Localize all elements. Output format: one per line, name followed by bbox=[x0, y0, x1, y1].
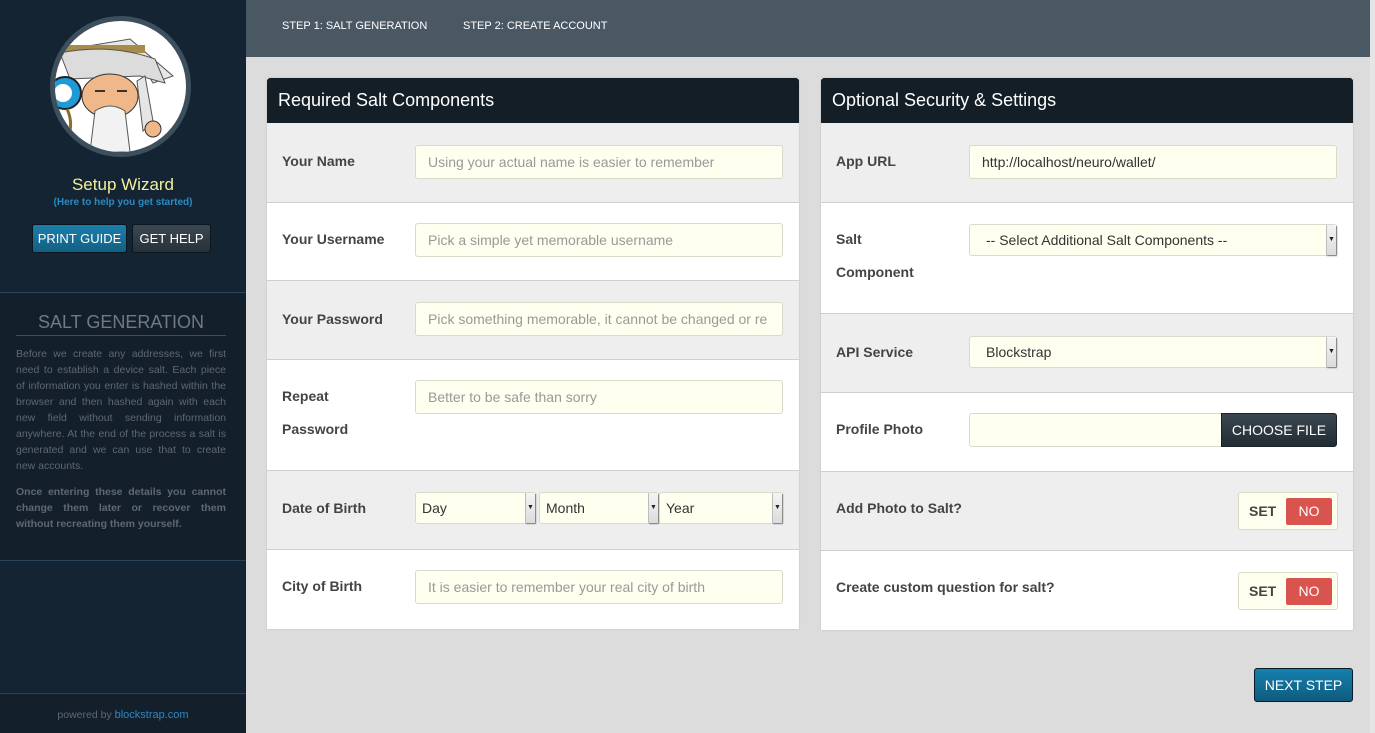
salt-generation-info: SALT GENERATION Before we create any add… bbox=[0, 294, 246, 561]
form-row-dob: Date of Birth Day ▼ Month ▼ Year ▼ bbox=[267, 471, 799, 550]
salt-generation-heading: SALT GENERATION bbox=[16, 312, 226, 336]
password-input[interactable]: Pick something memorable, it cannot be c… bbox=[415, 302, 783, 336]
api-service-select[interactable]: Blockstrap ▼ bbox=[969, 336, 1337, 368]
required-salt-panel: Required Salt Components Your Name Using… bbox=[267, 78, 799, 629]
chevron-down-icon: ▼ bbox=[648, 493, 658, 523]
toggle-set-label: SET bbox=[1249, 583, 1277, 599]
form-row-name: Your Name Using your actual name is easi… bbox=[267, 123, 799, 203]
salt-component-value: -- Select Additional Salt Components -- bbox=[986, 232, 1228, 248]
form-row-custom-question: Create custom question for salt? SET NO bbox=[821, 551, 1353, 630]
toggle-set-label: SET bbox=[1249, 503, 1277, 519]
form-row-salt-component: Salt Component -- Select Additional Salt… bbox=[821, 203, 1353, 314]
repeat-password-input[interactable]: Better to be safe than sorry bbox=[415, 380, 783, 414]
dob-month-select[interactable]: Month ▼ bbox=[539, 492, 659, 524]
salt-component-select[interactable]: -- Select Additional Salt Components -- … bbox=[969, 224, 1337, 256]
panel-title: Optional Security & Settings bbox=[821, 78, 1353, 123]
salt-generation-warning: Once entering these details you cannot c… bbox=[16, 486, 226, 530]
dob-year-value: Year bbox=[666, 500, 695, 516]
salt-component-label-2: Component bbox=[836, 264, 914, 280]
form-row-profile-photo: Profile Photo CHOOSE FILE bbox=[821, 393, 1353, 472]
tab-step-2[interactable]: STEP 2: CREATE ACCOUNT bbox=[463, 20, 607, 32]
sidebar: Setup Wizard (Here to help you get start… bbox=[0, 0, 246, 733]
profile-photo-field[interactable] bbox=[969, 413, 1223, 447]
powered-by-text: powered by bbox=[57, 709, 115, 721]
repeat-password-label-1: Repeat bbox=[282, 388, 329, 404]
add-photo-toggle[interactable]: SET NO bbox=[1238, 492, 1338, 530]
top-navigation: STEP 1: SALT GENERATION STEP 2: CREATE A… bbox=[246, 0, 1375, 57]
username-input[interactable]: Pick a simple yet memorable username bbox=[415, 223, 783, 257]
profile-photo-label: Profile Photo bbox=[836, 421, 924, 437]
app-url-label: App URL bbox=[836, 153, 896, 169]
chevron-down-icon: ▼ bbox=[772, 493, 782, 523]
panel-title: Required Salt Components bbox=[267, 78, 799, 123]
password-label: Your Password bbox=[282, 311, 383, 327]
city-label: City of Birth bbox=[282, 578, 363, 594]
dob-month-value: Month bbox=[546, 500, 585, 516]
custom-question-label: Create custom question for salt? bbox=[836, 579, 1055, 595]
form-row-app-url: App URL http://localhost/neuro/wallet/ bbox=[821, 123, 1353, 203]
api-service-value: Blockstrap bbox=[986, 344, 1052, 360]
form-row-repeat-password: Repeat Password Better to be safe than s… bbox=[267, 360, 799, 471]
sidebar-subtitle: (Here to help you get started) bbox=[53, 197, 193, 208]
salt-component-label-1: Salt bbox=[836, 231, 862, 247]
name-input[interactable]: Using your actual name is easier to reme… bbox=[415, 145, 783, 179]
sidebar-footer: powered by blockstrap.com bbox=[0, 695, 246, 733]
dob-day-select[interactable]: Day ▼ bbox=[415, 492, 536, 524]
custom-question-toggle[interactable]: SET NO bbox=[1238, 572, 1338, 610]
sidebar-spacer bbox=[0, 562, 246, 694]
chevron-down-icon: ▼ bbox=[1326, 225, 1336, 255]
city-input[interactable]: It is easier to remember your real city … bbox=[415, 570, 783, 604]
form-row-username: Your Username Pick a simple yet memorabl… bbox=[267, 203, 799, 281]
form-row-api-service: API Service Blockstrap ▼ bbox=[821, 314, 1353, 393]
chevron-down-icon: ▼ bbox=[1326, 337, 1336, 367]
wizard-mascot-icon bbox=[55, 21, 186, 152]
form-row-add-photo: Add Photo to Salt? SET NO bbox=[821, 472, 1353, 551]
app-url-input[interactable]: http://localhost/neuro/wallet/ bbox=[969, 145, 1337, 179]
print-guide-button[interactable]: PRINT GUIDE bbox=[32, 224, 127, 253]
dob-year-select[interactable]: Year ▼ bbox=[659, 492, 783, 524]
sidebar-header: Setup Wizard (Here to help you get start… bbox=[0, 0, 246, 293]
avatar bbox=[50, 16, 191, 157]
toggle-state: NO bbox=[1286, 498, 1332, 525]
sidebar-title: Setup Wizard bbox=[71, 175, 175, 194]
chevron-down-icon: ▼ bbox=[525, 493, 535, 523]
api-service-label: API Service bbox=[836, 344, 914, 360]
toggle-state: NO bbox=[1286, 578, 1332, 605]
username-label: Your Username bbox=[282, 231, 385, 247]
dob-label: Date of Birth bbox=[282, 500, 366, 516]
scrollbar[interactable] bbox=[1370, 0, 1375, 733]
get-help-button[interactable]: GET HELP bbox=[132, 224, 211, 253]
next-step-button[interactable]: NEXT STEP bbox=[1254, 668, 1353, 702]
name-label: Your Name bbox=[282, 153, 355, 169]
optional-settings-panel: Optional Security & Settings App URL htt… bbox=[821, 78, 1353, 630]
salt-generation-text: Before we create any addresses, we first… bbox=[16, 348, 226, 472]
repeat-password-label-2: Password bbox=[282, 421, 349, 437]
form-row-city: City of Birth It is easier to remember y… bbox=[267, 550, 799, 629]
choose-file-button[interactable]: CHOOSE FILE bbox=[1221, 413, 1337, 447]
dob-day-value: Day bbox=[422, 500, 447, 516]
tab-step-1[interactable]: STEP 1: SALT GENERATION bbox=[282, 20, 427, 32]
blockstrap-link[interactable]: blockstrap.com bbox=[115, 709, 189, 721]
add-photo-label: Add Photo to Salt? bbox=[836, 500, 962, 516]
form-row-password: Your Password Pick something memorable, … bbox=[267, 281, 799, 360]
